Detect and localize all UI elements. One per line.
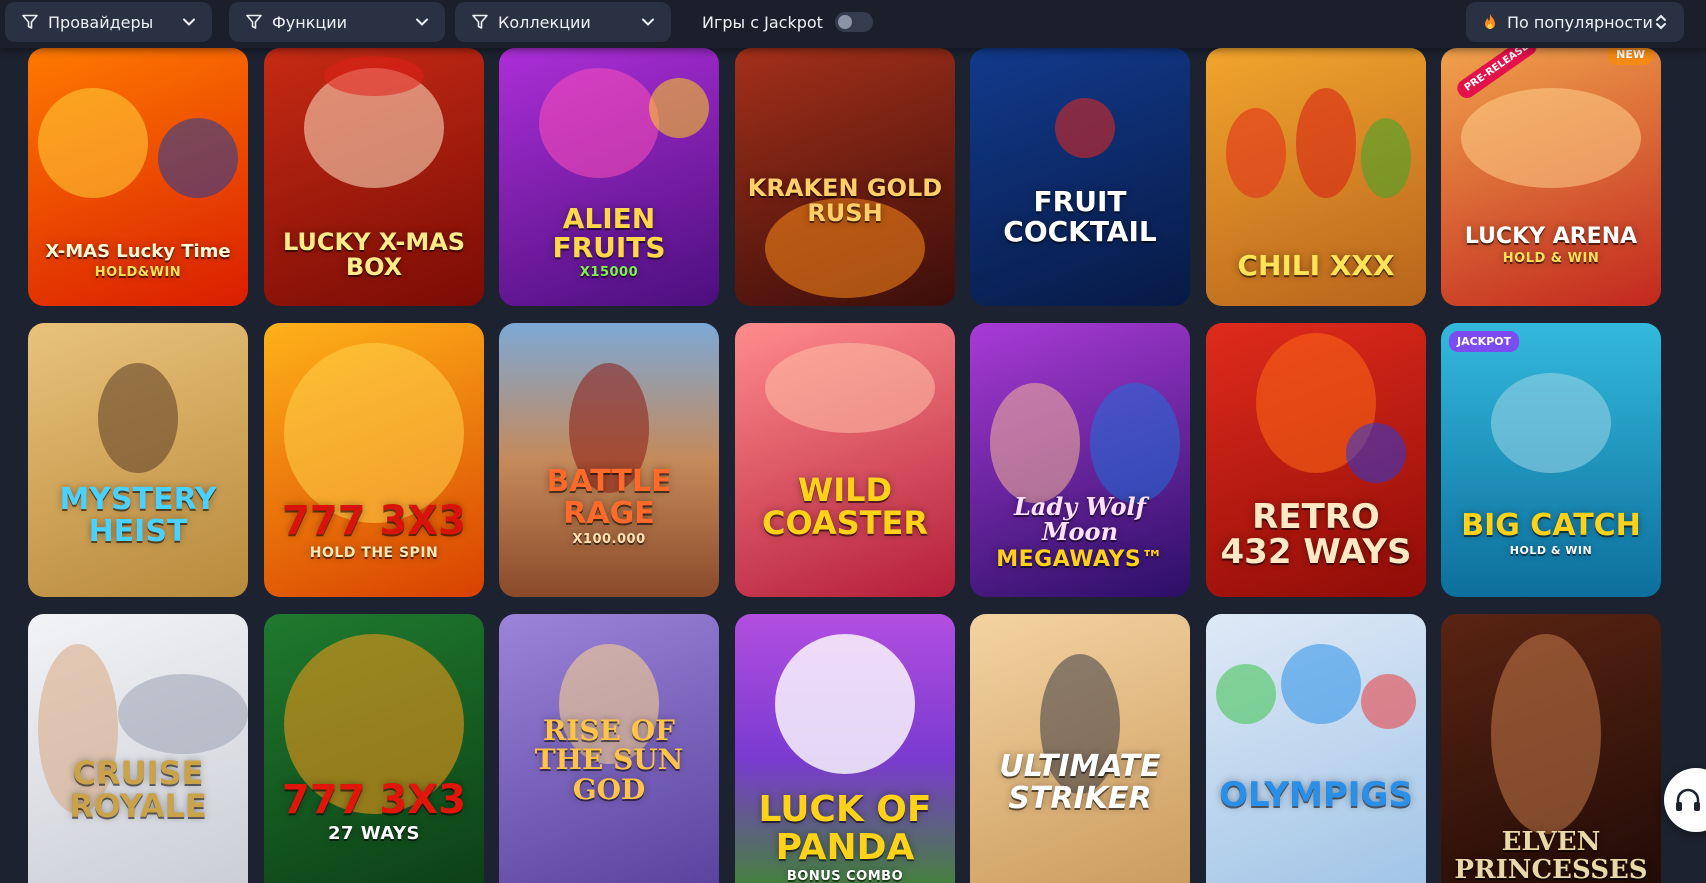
game-card[interactable]: RETRO 432 WAYS bbox=[1206, 323, 1426, 597]
game-card[interactable]: PRE-RELEASE NEW LUCKY ARENA HOLD & WIN bbox=[1441, 48, 1661, 306]
game-card[interactable]: FRUIT COCKTAIL bbox=[970, 48, 1190, 306]
providers-filter-label: Провайдеры bbox=[48, 12, 154, 32]
new-badge: NEW bbox=[1608, 48, 1653, 65]
game-title: BIG CATCH bbox=[1461, 507, 1641, 543]
collections-filter-button[interactable]: Коллекции bbox=[455, 2, 671, 42]
features-filter-button[interactable]: Функции bbox=[229, 2, 445, 42]
game-grid: X-MAS Lucky Time HOLD&WIN LUCKY X-MAS BOX… bbox=[0, 0, 1706, 883]
game-title: RETRO 432 WAYS bbox=[1220, 496, 1412, 573]
game-subtitle: 27 WAYS bbox=[327, 823, 421, 845]
game-card[interactable]: Lady Wolf Moon MEGAWAYS™ bbox=[970, 323, 1190, 597]
game-title: 777 3X3 bbox=[282, 777, 466, 824]
toggle-knob bbox=[837, 15, 852, 29]
game-title: CRUISE ROYALE bbox=[69, 753, 207, 826]
game-title: OLYMPIGS bbox=[1219, 775, 1413, 816]
flame-icon bbox=[1485, 14, 1495, 29]
game-card[interactable]: ULTIMATE STRIKER bbox=[970, 614, 1190, 883]
game-card[interactable]: ELVEN PRINCESSES bbox=[1441, 614, 1661, 883]
game-subtitle: X15000 bbox=[579, 265, 639, 281]
game-title: ELVEN PRINCESSES bbox=[1454, 827, 1648, 883]
game-card[interactable]: WILD COASTER bbox=[735, 323, 955, 597]
game-card[interactable]: CHILI XXX bbox=[1206, 48, 1426, 306]
game-title: MYSTERY HEIST bbox=[59, 482, 217, 549]
game-subtitle: MEGAWAYS™ bbox=[996, 546, 1164, 572]
game-subtitle: BONUS COMBO bbox=[786, 869, 904, 883]
game-subtitle: X100.000 bbox=[572, 532, 646, 548]
game-title: ULTIMATE STRIKER bbox=[999, 749, 1161, 816]
funnel-icon bbox=[472, 14, 488, 29]
chevron-down-icon bbox=[642, 18, 654, 26]
sort-select[interactable]: По популярности bbox=[1466, 2, 1684, 42]
chevron-down-icon bbox=[416, 18, 428, 26]
game-title: LUCK OF PANDA bbox=[758, 788, 932, 868]
jackpot-badge: JACKPOT bbox=[1449, 331, 1520, 352]
game-title: LUCKY ARENA bbox=[1464, 224, 1638, 250]
jackpot-filter: Игры с Jackpot bbox=[702, 2, 873, 42]
collections-filter-label: Коллекции bbox=[498, 12, 591, 32]
game-card[interactable]: RISE OF THE SUN GOD bbox=[499, 614, 719, 883]
game-card[interactable]: ALIEN FRUITS X15000 bbox=[499, 48, 719, 306]
game-title: LUCKY X-MAS BOX bbox=[282, 227, 466, 281]
game-subtitle: HOLD THE SPIN bbox=[309, 545, 439, 562]
game-title: WILD COASTER bbox=[762, 470, 928, 543]
game-card[interactable]: JACKPOT BIG CATCH HOLD & WIN bbox=[1441, 323, 1661, 597]
game-card[interactable]: 777 3X3 HOLD THE SPIN bbox=[264, 323, 484, 597]
game-card[interactable]: BATTLE RAGE X100.000 bbox=[499, 323, 719, 597]
game-card[interactable]: CRUISE ROYALE bbox=[28, 614, 248, 883]
game-card[interactable]: 777 3X3 27 WAYS bbox=[264, 614, 484, 883]
game-subtitle: HOLD&WIN bbox=[94, 265, 182, 281]
filter-bar: Провайдеры Функции Коллекции Игры с Jack… bbox=[0, 0, 1706, 48]
funnel-icon bbox=[22, 14, 38, 29]
game-title: RISE OF THE SUN GOD bbox=[534, 713, 684, 806]
chevron-down-icon bbox=[183, 18, 195, 26]
jackpot-filter-label: Игры с Jackpot bbox=[702, 12, 823, 32]
game-subtitle: HOLD & WIN bbox=[1502, 251, 1600, 267]
game-card[interactable]: LUCK OF PANDA BONUS COMBO bbox=[735, 614, 955, 883]
providers-filter-button[interactable]: Провайдеры bbox=[5, 2, 212, 42]
game-subtitle: HOLD & WIN bbox=[1509, 544, 1593, 558]
game-card[interactable]: LUCKY X-MAS BOX bbox=[264, 48, 484, 306]
game-title: 777 3X3 bbox=[282, 498, 466, 545]
game-title: Lady Wolf Moon bbox=[1014, 491, 1146, 546]
funnel-icon bbox=[246, 14, 262, 29]
jackpot-toggle[interactable] bbox=[834, 12, 873, 32]
game-title: BATTLE RAGE bbox=[546, 464, 672, 531]
game-card[interactable]: X-MAS Lucky Time HOLD&WIN bbox=[28, 48, 248, 306]
game-title: CHILI XXX bbox=[1237, 248, 1395, 282]
features-filter-label: Функции bbox=[272, 12, 348, 32]
game-title: KRAKEN GOLD RUSH bbox=[747, 173, 943, 227]
game-card[interactable]: MYSTERY HEIST bbox=[28, 323, 248, 597]
game-title: ALIEN FRUITS bbox=[552, 201, 666, 264]
sort-label: По популярности bbox=[1507, 12, 1653, 32]
game-title: FRUIT COCKTAIL bbox=[1003, 185, 1157, 248]
sort-arrows-icon bbox=[1656, 14, 1666, 30]
game-card[interactable]: OLYMPIGS bbox=[1206, 614, 1426, 883]
game-card[interactable]: KRAKEN GOLD RUSH bbox=[735, 48, 955, 306]
headset-icon bbox=[1676, 788, 1700, 811]
game-title: X-MAS Lucky Time bbox=[45, 241, 231, 263]
